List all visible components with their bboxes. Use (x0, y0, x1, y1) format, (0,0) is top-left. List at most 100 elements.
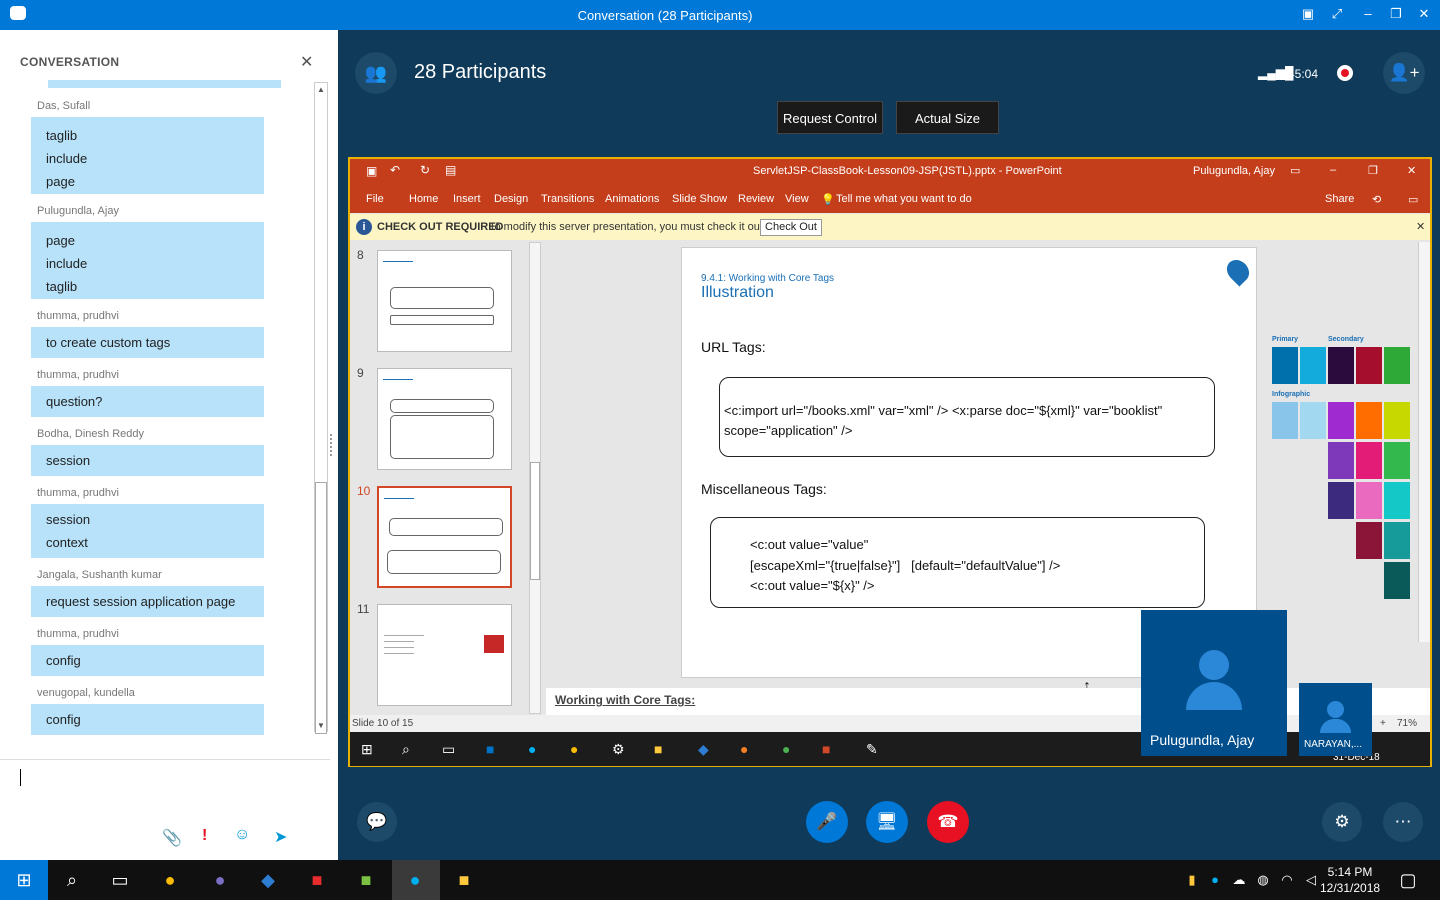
slide-thumbnail[interactable] (377, 368, 512, 470)
tab-file[interactable]: File (366, 193, 384, 205)
minimize-button[interactable]: – (1360, 6, 1376, 22)
save-icon[interactable]: ▣ (366, 164, 377, 178)
fullscreen-icon[interactable]: ⤢ (1329, 6, 1345, 22)
restore-button[interactable]: ❐ (1388, 6, 1404, 22)
person-icon (1327, 701, 1344, 718)
history-icon[interactable]: ⟲ (1372, 193, 1381, 206)
hang-up-icon[interactable]: ☎ (927, 801, 969, 843)
onedrive-icon[interactable]: ☁ (1227, 869, 1251, 891)
participants-icon[interactable]: 👥 (355, 52, 397, 94)
actual-size-button[interactable]: Actual Size (896, 101, 999, 134)
redo-icon[interactable]: ↻ (420, 163, 430, 177)
send-icon[interactable]: ➤ (274, 827, 287, 847)
scrollbar-thumb[interactable] (315, 482, 327, 734)
tab-home[interactable]: Home (409, 193, 438, 205)
taskbar-clock[interactable]: 5:14 PM 12/31/2018 (1320, 864, 1380, 896)
tab-slide-show[interactable]: Slide Show (672, 193, 727, 205)
share-button[interactable]: Share (1325, 193, 1354, 205)
panel-resize-handle[interactable] (330, 434, 332, 456)
shared-gear-icon: ⚙ (612, 741, 625, 757)
message-line: session (46, 453, 91, 468)
acrobat-icon[interactable]: ■ (305, 869, 329, 891)
shared-taskview-icon: ▭ (442, 741, 456, 757)
pp-restore-icon[interactable]: ❐ (1368, 164, 1378, 177)
contact-card-icon[interactable]: ▣ (1300, 6, 1316, 22)
pp-minimize-icon[interactable]: – (1330, 164, 1336, 176)
pp-close-icon[interactable]: ✕ (1407, 164, 1416, 177)
checkout-close-icon[interactable]: ✕ (1416, 220, 1425, 233)
message-input[interactable] (0, 760, 330, 830)
scroll-up-icon[interactable]: ▲ (317, 85, 325, 94)
comments-icon[interactable]: ▭ (1408, 193, 1418, 206)
skype-icon[interactable]: ● (403, 869, 427, 891)
file-explorer-icon[interactable]: ■ (452, 869, 476, 891)
thumbnail-scroll-thumb[interactable] (530, 462, 540, 580)
chrome-icon[interactable]: ● (158, 869, 182, 891)
message-bubble[interactable]: session (31, 445, 264, 476)
notifications-icon[interactable]: ▢ (1396, 869, 1420, 891)
message-bubble[interactable]: config (31, 704, 264, 735)
slide-thumbnail[interactable] (377, 250, 512, 352)
message-bubble[interactable]: request session application page (31, 586, 264, 617)
shared-app-icon: ● (740, 741, 749, 757)
tray-skype-icon[interactable]: ● (1203, 869, 1227, 891)
close-conversation-icon[interactable]: ✕ (300, 52, 313, 72)
slide-thumbnail-selected[interactable] (377, 486, 512, 588)
shared-leaf-icon: ● (782, 741, 791, 757)
clock-date: 12/31/2018 (1320, 881, 1381, 895)
search-icon[interactable]: ⌕ (60, 869, 84, 891)
message-sender: thumma, prudhvi (37, 369, 119, 381)
message-bubble[interactable]: to create custom tags (31, 327, 264, 358)
tab-transitions[interactable]: Transitions (541, 193, 594, 205)
add-people-icon[interactable]: 👤+ (1383, 52, 1425, 94)
shared-skype-icon: ● (528, 741, 537, 757)
tray-icon[interactable]: ▮ (1180, 869, 1204, 891)
close-button[interactable]: ✕ (1416, 6, 1432, 22)
undo-icon[interactable]: ↶ (390, 163, 400, 177)
tell-me-search[interactable]: Tell me what you want to do (836, 193, 972, 205)
network-globe-icon[interactable]: ◍ (1251, 869, 1275, 891)
recording-icon[interactable] (1337, 65, 1353, 81)
vscode-icon[interactable]: ◆ (256, 869, 280, 891)
clock-time: 5:14 PM (1327, 865, 1373, 879)
message-sender: thumma, prudhvi (37, 310, 119, 322)
message-bubble[interactable]: taglib include page (31, 117, 264, 194)
chat-toggle-icon[interactable]: 💬 (357, 802, 397, 842)
present-icon[interactable]: ▤ (445, 163, 456, 177)
message-line: question? (46, 394, 103, 409)
emoticon-icon[interactable]: ☺ (234, 826, 250, 844)
message-bubble[interactable]: page include taglib (31, 222, 264, 299)
slide-scrollbar[interactable] (1418, 242, 1430, 642)
attach-file-icon[interactable]: 📎 (162, 828, 182, 848)
demo-image (484, 635, 504, 653)
message-line: include (46, 256, 88, 271)
eclipse-icon[interactable]: ● (208, 869, 232, 891)
window-title: Conversation (28 Participants) (577, 8, 753, 23)
person-body-icon (1186, 682, 1242, 710)
message-line: include (46, 151, 88, 166)
wifi-icon[interactable]: ◠ (1275, 869, 1299, 891)
tab-insert[interactable]: Insert (453, 193, 481, 205)
tab-animations[interactable]: Animations (605, 193, 659, 205)
task-view-icon[interactable]: ▭ (108, 869, 132, 891)
tab-review[interactable]: Review (738, 193, 774, 205)
mute-mic-icon[interactable]: 🎤 (806, 801, 848, 843)
zoom-in-icon[interactable]: + (1380, 718, 1386, 729)
message-bubble[interactable]: question? (31, 386, 264, 417)
ribbon-display-icon[interactable]: ▭ (1290, 164, 1300, 177)
message-bubble[interactable]: session context (31, 504, 264, 558)
text-caret (20, 769, 21, 786)
more-options-icon[interactable]: ⋯ (1383, 802, 1423, 842)
request-control-button[interactable]: Request Control (777, 101, 883, 134)
notepad-icon[interactable]: ■ (354, 869, 378, 891)
present-screen-icon[interactable]: 🖥 (866, 801, 908, 843)
check-out-button[interactable]: Check Out (760, 219, 822, 236)
tab-design[interactable]: Design (494, 193, 528, 205)
scroll-down-icon[interactable]: ▼ (317, 721, 325, 730)
call-controls-icon[interactable]: ⚙ (1322, 802, 1362, 842)
slide-thumbnail[interactable] (377, 604, 512, 706)
tab-view[interactable]: View (785, 193, 809, 205)
high-importance-icon[interactable]: ! (202, 827, 207, 845)
message-bubble[interactable]: config (31, 645, 264, 676)
zoom-level[interactable]: 71% (1397, 718, 1417, 729)
